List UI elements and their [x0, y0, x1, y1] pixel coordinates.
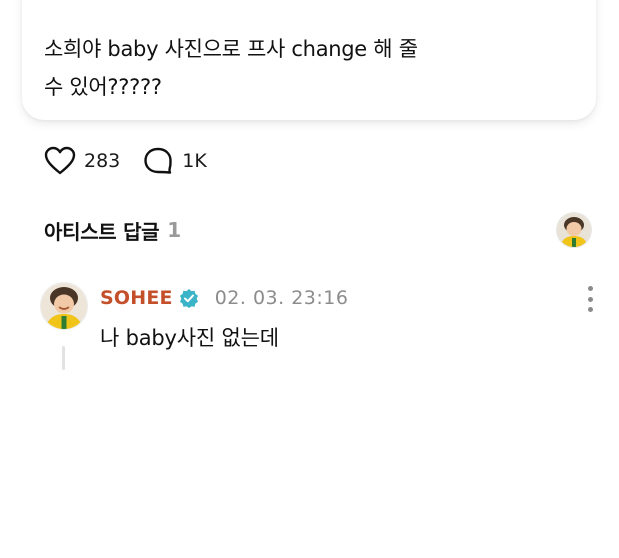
heart-outline-icon [44, 145, 76, 177]
comment-timestamp: 02. 03. 23:16 [214, 287, 349, 309]
like-button[interactable]: 283 [44, 145, 120, 177]
post-text-line-2: 수 있어????? [44, 75, 162, 99]
more-dot [587, 286, 593, 291]
artist-replies-header: 아티스트 답글 1 [44, 212, 594, 248]
post-text: 소희야 baby 사진으로 프사 change 해 줄수 있어????? [44, 30, 514, 106]
more-dot [587, 307, 593, 312]
speech-bubble-icon [142, 145, 174, 177]
post-actions: 283 1K [44, 144, 207, 178]
artist-comment: SOHEE 02. 03. 23:16 나 baby사진 없는데 [40, 280, 600, 380]
verified-badge-icon [179, 288, 199, 308]
artist-replies-count: 1 [167, 218, 182, 242]
thread-line [62, 346, 65, 370]
post-text-line-1: 소희야 baby 사진으로 프사 change 해 줄 [44, 37, 418, 61]
comment-header: SOHEE 02. 03. 23:16 [100, 284, 348, 312]
author-name[interactable]: SOHEE [100, 287, 173, 309]
more-dot [587, 296, 593, 302]
comment-body: 나 baby사진 없는데 [100, 326, 279, 350]
artist-avatar[interactable] [556, 212, 592, 248]
more-vertical-icon[interactable] [582, 286, 598, 312]
comment-count: 1K [182, 150, 207, 172]
artist-replies-title: 아티스트 답글 [44, 219, 160, 244]
like-count: 283 [84, 150, 121, 172]
comment-button[interactable]: 1K [142, 145, 207, 177]
author-avatar[interactable] [40, 282, 88, 330]
